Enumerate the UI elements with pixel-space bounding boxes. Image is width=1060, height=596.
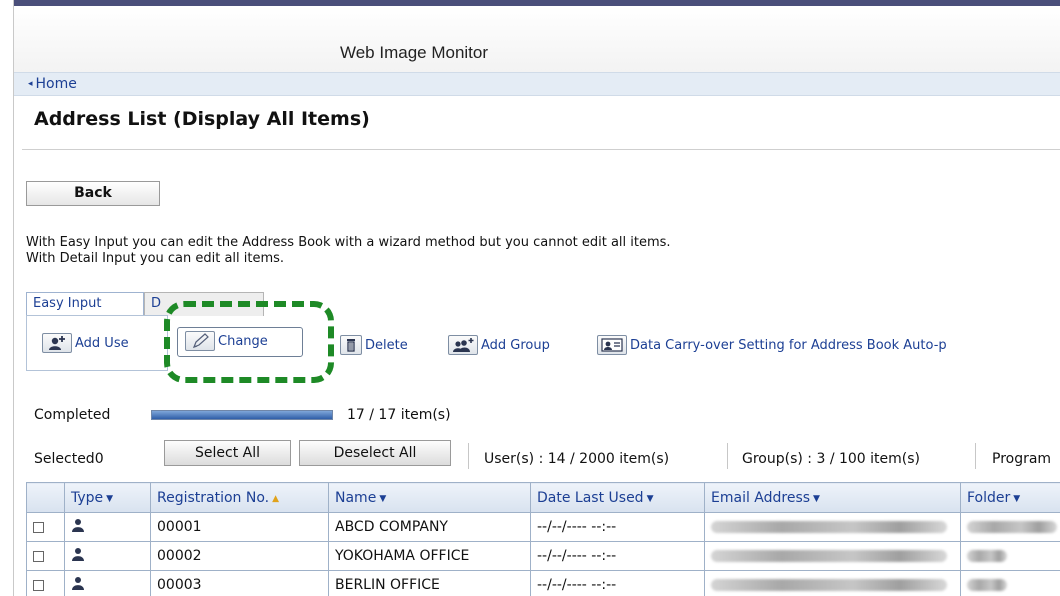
delete-button[interactable]: Delete: [340, 334, 408, 357]
redacted-email: [711, 521, 947, 533]
left-arrow-icon: ◂: [28, 79, 33, 89]
address-table: Type ▼ Registration No. ▲ Name ▼ Date Last …: [26, 482, 1060, 596]
table-row[interactable]: 00003 BERLIN OFFICE --/--/---- --:--: [26, 570, 1060, 596]
registration-cell: 00001: [150, 512, 329, 542]
back-button[interactable]: Back: [26, 181, 160, 206]
folder-cell: [960, 512, 1060, 542]
date-header-label: Date Last Used: [537, 489, 644, 506]
user-icon: [72, 548, 84, 561]
name-header-label: Name: [335, 489, 377, 506]
trash-icon: [340, 334, 362, 355]
table-row[interactable]: 00001 ABCD COMPANY --/--/---- --:--: [26, 512, 1060, 542]
separator: [468, 443, 469, 469]
sort-down-icon: ▼: [1013, 493, 1021, 504]
progress-fill: [152, 411, 332, 419]
title-bar: Web Image Monitor: [14, 6, 1060, 72]
add-user-button[interactable]: Add Use: [42, 332, 129, 355]
table-row[interactable]: 00002 YOKOHAMA OFFICE --/--/---- --:--: [26, 541, 1060, 571]
separator: [975, 443, 976, 469]
folder-column-header[interactable]: Folder ▼: [960, 482, 1060, 513]
row-checkbox[interactable]: [33, 550, 44, 562]
add-group-label: Add Group: [481, 338, 550, 353]
add-user-icon: [42, 332, 72, 353]
sort-down-icon: ▼: [646, 493, 654, 504]
user-count: User(s) : 14 / 2000 item(s): [484, 451, 670, 467]
breadcrumb-bar: ◂ Home: [14, 72, 1060, 96]
date-cell: --/--/---- --:--: [530, 512, 705, 542]
group-count: Group(s) : 3 / 100 item(s): [742, 451, 921, 467]
delete-label: Delete: [365, 338, 408, 353]
name-cell: ABCD COMPANY: [328, 512, 531, 542]
redacted-email: [711, 579, 947, 591]
user-icon: [72, 519, 84, 532]
sort-up-icon: ▲: [272, 493, 280, 504]
sort-down-icon: ▼: [379, 493, 387, 504]
card-icon: [597, 334, 627, 355]
sort-down-icon: ▼: [813, 493, 820, 504]
folder-cell: [960, 570, 1060, 596]
type-column-header[interactable]: Type ▼: [64, 482, 151, 513]
redacted-folder: [967, 579, 1007, 591]
separator: [727, 443, 728, 469]
email-cell: [704, 570, 961, 596]
app-title: Web Image Monitor: [339, 43, 489, 62]
selected-count: Selected0: [34, 451, 104, 467]
add-group-icon: [448, 334, 478, 355]
row-checkbox[interactable]: [33, 579, 44, 591]
name-cell: YOKOHAMA OFFICE: [328, 541, 531, 571]
sort-down-icon: ▼: [106, 493, 114, 504]
tab-easy-input[interactable]: Easy Input: [26, 292, 144, 316]
date-column-header[interactable]: Date Last Used ▼: [530, 482, 705, 513]
redacted-email: [711, 550, 947, 562]
email-column-header[interactable]: Email Address ▼: [704, 482, 961, 513]
table-header-row: Type ▼ Registration No. ▲ Name ▼ Date Last …: [26, 482, 1060, 513]
registration-header-label: Registration No.: [157, 489, 270, 506]
status-label: Completed: [34, 407, 111, 423]
registration-cell: 00003: [150, 570, 329, 596]
date-cell: --/--/---- --:--: [530, 541, 705, 571]
registration-cell: 00002: [150, 541, 329, 571]
type-header-label: Type: [71, 489, 104, 506]
redacted-folder: [967, 550, 1007, 562]
email-cell: [704, 541, 961, 571]
redacted-folder: [967, 521, 1057, 533]
item-count: 17 / 17 item(s): [347, 407, 451, 423]
date-cell: --/--/---- --:--: [530, 570, 705, 596]
description-line-1: With Easy Input you can edit the Address…: [26, 235, 671, 250]
folder-header-label: Folder: [967, 489, 1011, 506]
progress-bar: [151, 410, 333, 420]
program-count: Program: [992, 451, 1052, 467]
deselect-all-button[interactable]: Deselect All: [299, 440, 451, 466]
title-divider: [22, 149, 1060, 150]
add-user-label: Add Use: [75, 336, 129, 351]
dashed-highlight-annotation: [164, 301, 334, 383]
data-carry-over-button[interactable]: Data Carry-over Setting for Address Book…: [597, 334, 947, 357]
email-cell: [704, 512, 961, 542]
folder-cell: [960, 541, 1060, 571]
browser-frame: Web Image Monitor ◂ Home Address List (Di…: [13, 0, 1060, 596]
name-cell: BERLIN OFFICE: [328, 570, 531, 596]
select-column-header: [26, 482, 65, 513]
data-carry-over-label: Data Carry-over Setting for Address Book…: [630, 338, 947, 353]
registration-column-header[interactable]: Registration No. ▲: [150, 482, 329, 513]
add-group-button[interactable]: Add Group: [448, 334, 550, 357]
type-cell: [64, 541, 151, 571]
email-header-label: Email Address: [711, 489, 811, 506]
user-icon: [72, 577, 84, 590]
home-link-label: Home: [35, 76, 77, 92]
type-cell: [64, 570, 151, 596]
description-line-2: With Detail Input you can edit all items…: [26, 251, 285, 266]
home-link[interactable]: ◂ Home: [28, 76, 77, 92]
select-all-button[interactable]: Select All: [164, 440, 291, 466]
name-column-header[interactable]: Name ▼: [328, 482, 531, 513]
type-cell: [64, 512, 151, 542]
page-title: Address List (Display All Items): [34, 108, 370, 130]
row-checkbox[interactable]: [33, 521, 44, 533]
